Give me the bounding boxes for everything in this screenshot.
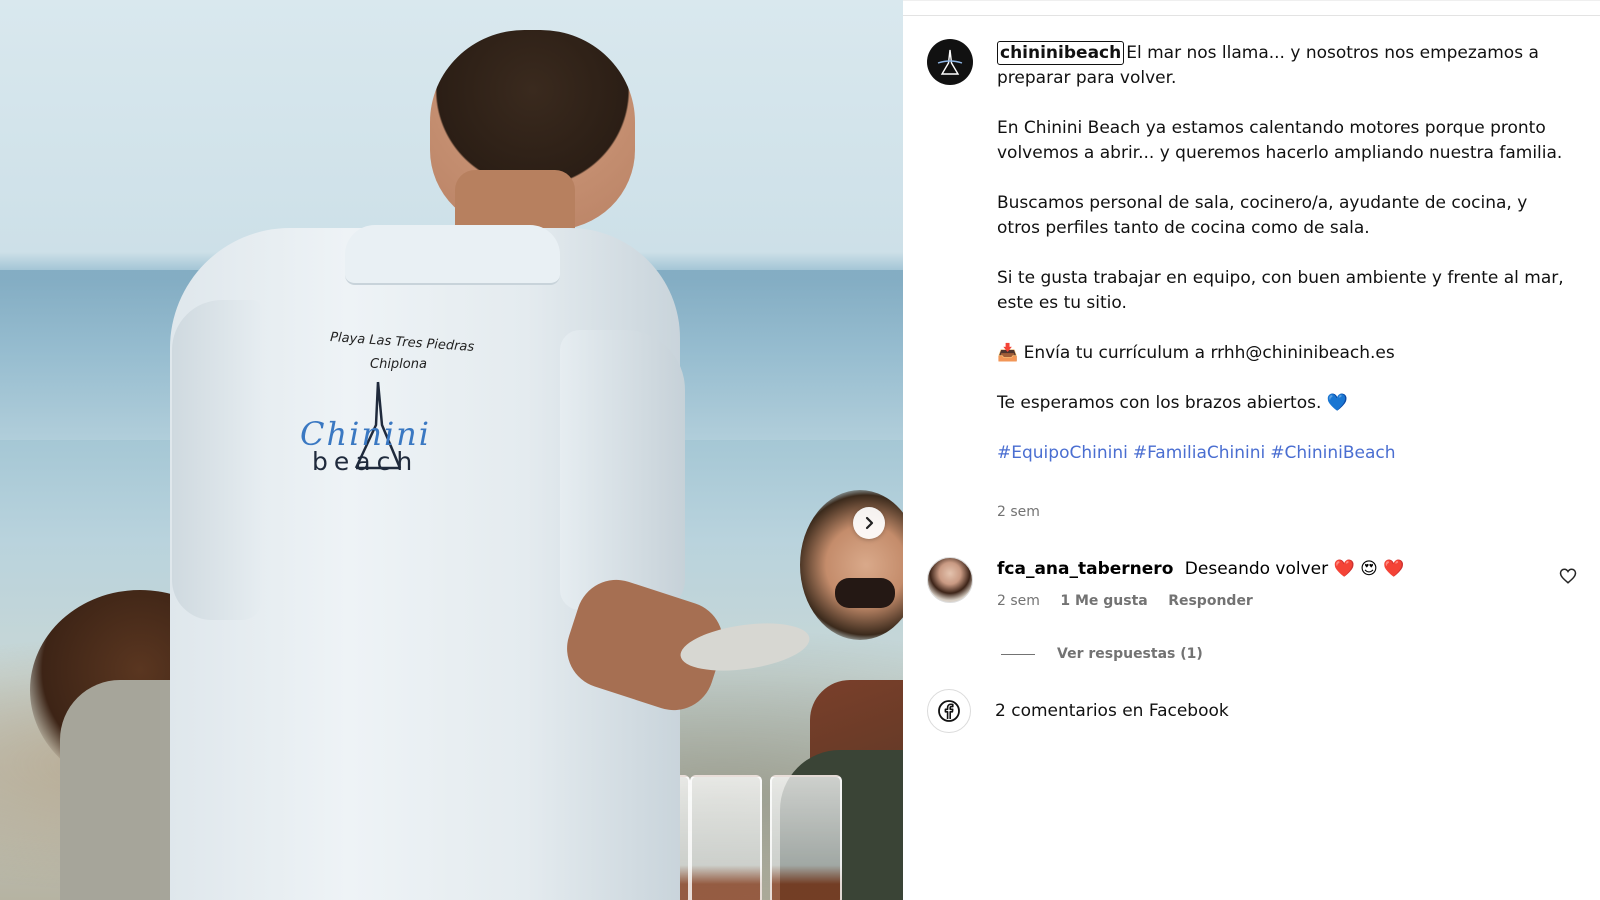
post-media[interactable]: Playa Las Tres Piedras Chiplona Chinini … xyxy=(0,0,903,900)
caption-closing: Te esperamos con los brazos abiertos. xyxy=(997,393,1322,413)
facebook-comments-link[interactable]: 2 comentarios en Facebook xyxy=(927,689,1229,733)
caption-email-line: Envía tu currículum a rrhh@chininibeach.… xyxy=(1023,343,1395,363)
view-replies-label: Ver respuestas (1) xyxy=(1057,646,1203,662)
blue-heart-emoji: 💙 xyxy=(1326,393,1348,413)
commenter-username[interactable]: fca_ana_tabernero xyxy=(997,559,1173,579)
comment-text: Deseando volver xyxy=(1184,559,1329,579)
reply-button[interactable]: Responder xyxy=(1168,593,1253,609)
hashtag-link[interactable]: #ChininiBeach xyxy=(1270,443,1395,463)
replies-divider xyxy=(1001,653,1035,655)
shirt-print-sub: beach xyxy=(312,447,419,476)
divider xyxy=(903,15,1600,16)
commenter-avatar[interactable] xyxy=(927,557,973,603)
glass xyxy=(690,775,762,900)
comment-meta: 2 sem 1 Me gusta Responder xyxy=(997,593,1269,609)
post-timestamp[interactable]: 2 sem xyxy=(997,504,1040,520)
chinini-logo-icon xyxy=(937,49,963,75)
post-details-panel: chininibeach El mar nos llama... y nosotr… xyxy=(903,0,1600,900)
carousel-next-button[interactable] xyxy=(853,507,885,539)
comment-item: fca_ana_tabernero Deseando volver ❤️ 😍 ❤… xyxy=(927,557,1577,627)
shirt-logo-print: Playa Las Tres Piedras Chiplona Chinini … xyxy=(290,330,490,485)
hashtag-link[interactable]: #EquipoChinini xyxy=(997,443,1128,463)
post-caption: chininibeach El mar nos llama... y nosotr… xyxy=(997,41,1567,466)
waiter-sleeve-left xyxy=(172,300,262,620)
comment-likes[interactable]: 1 Me gusta xyxy=(1060,593,1147,609)
comment-emojis: ❤️ 😍 ❤️ xyxy=(1333,559,1405,579)
caption-paragraph: Si te gusta trabajar en equipo, con buen… xyxy=(997,268,1564,313)
author-username-link[interactable]: chininibeach xyxy=(997,41,1125,65)
caption-paragraph: 📥 Envía tu currículum a rrhh@chininibeac… xyxy=(997,341,1567,366)
person-right-sunglasses xyxy=(835,578,895,608)
caption-paragraph: chininibeach El mar nos llama... y nosotr… xyxy=(997,41,1567,91)
shirt-print-line2: Chiplona xyxy=(370,357,427,372)
facebook-glyph-icon xyxy=(938,700,960,722)
hashtag-link[interactable]: #FamiliaChinini xyxy=(1133,443,1265,463)
comment-timestamp[interactable]: 2 sem xyxy=(997,593,1040,609)
hashtag-list: #EquipoChinini #FamiliaChinini #ChininiBea… xyxy=(997,441,1567,466)
facebook-icon xyxy=(927,689,971,733)
like-heart-icon[interactable] xyxy=(1559,567,1577,585)
caption-paragraph: Te esperamos con los brazos abiertos. 💙 xyxy=(997,391,1567,416)
caption-paragraph: Buscamos personal de sala, cocinero/a, a… xyxy=(997,193,1528,238)
view-replies-button[interactable]: Ver respuestas (1) xyxy=(1001,646,1203,662)
facebook-comments-label: 2 comentarios en Facebook xyxy=(995,701,1229,721)
inbox-tray-emoji: 📥 xyxy=(997,343,1019,363)
waiter-sleeve-right xyxy=(560,330,685,610)
caption-paragraph: En Chinini Beach ya estamos calentando m… xyxy=(997,118,1563,163)
waiter-collar xyxy=(345,225,560,285)
comment-body: fca_ana_tabernero Deseando volver ❤️ 😍 ❤… xyxy=(997,557,1404,581)
chevron-right-icon xyxy=(865,516,874,530)
author-avatar[interactable] xyxy=(927,39,973,85)
glass xyxy=(770,775,842,900)
